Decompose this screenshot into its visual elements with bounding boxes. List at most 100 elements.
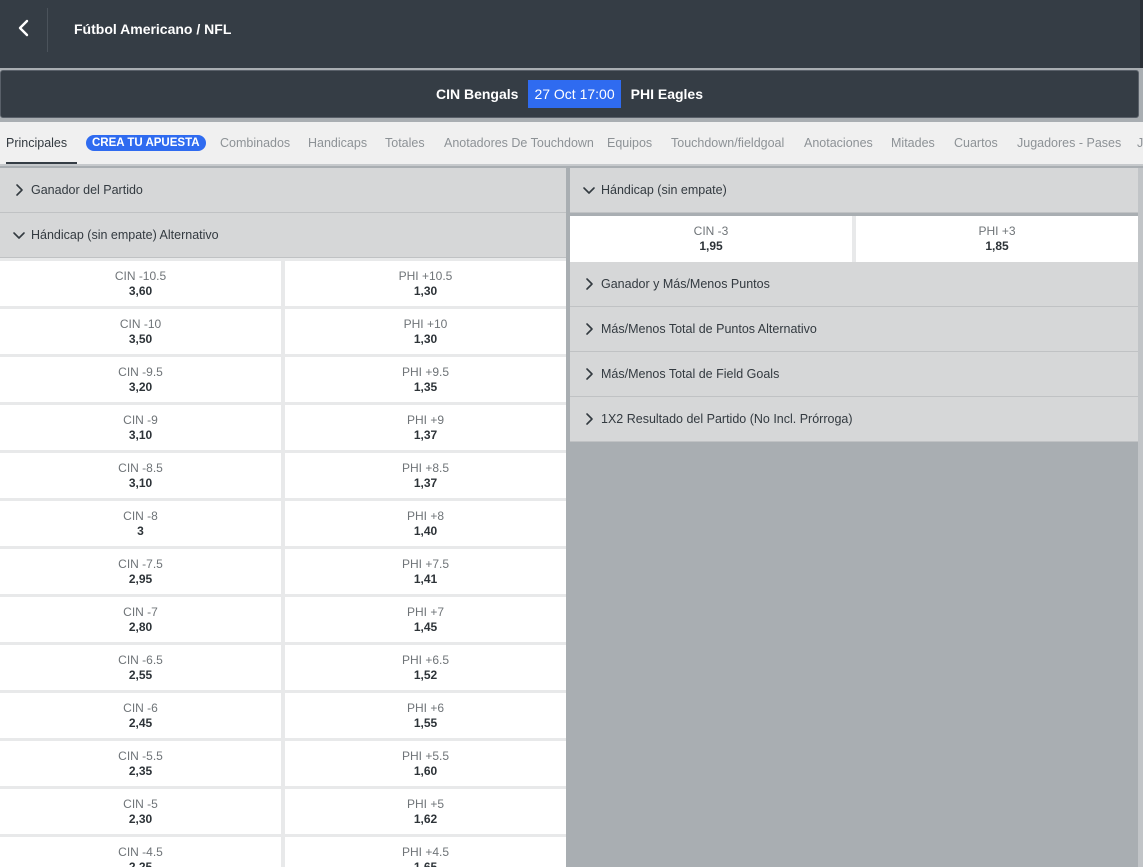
tab-equipos[interactable]: Equipos: [607, 122, 652, 164]
market-tabs: Principales CREA TU APUESTA Combinados H…: [0, 122, 1143, 166]
odd-button[interactable]: CIN -5.5 2,35: [0, 741, 281, 786]
back-button[interactable]: [0, 8, 48, 52]
odd-button[interactable]: CIN -10 3,50: [0, 309, 281, 354]
selection-label: PHI +9.5: [401, 364, 450, 379]
odds-row: CIN -9.5 3,20 PHI +9.5 1,35: [0, 357, 566, 402]
odd-value: 3: [137, 523, 144, 538]
market-title: Más/Menos Total de Puntos Alternativo: [601, 322, 817, 336]
odd-button[interactable]: PHI +6 1,55: [285, 693, 566, 738]
odd-value: 3,60: [128, 283, 153, 298]
selection-label: PHI +4.5: [401, 844, 450, 859]
odd-button[interactable]: PHI +3 1,85: [856, 216, 1138, 262]
odd-button[interactable]: CIN -6.5 2,55: [0, 645, 281, 690]
odd-button[interactable]: CIN -9.5 3,20: [0, 357, 281, 402]
market-collapsed-header[interactable]: Más/Menos Total de Field Goals: [570, 352, 1138, 397]
odd-button[interactable]: CIN -3 1,95: [570, 216, 852, 262]
tab-principales[interactable]: Principales: [6, 122, 78, 164]
odd-value: 1,55: [413, 715, 438, 730]
tab-combinados[interactable]: Combinados: [220, 122, 290, 164]
odd-button[interactable]: PHI +8.5 1,37: [285, 453, 566, 498]
odd-button[interactable]: CIN -9 3,10: [0, 405, 281, 450]
chevron-right-icon: [582, 277, 596, 291]
tab-touchdown-fieldgoal[interactable]: Touchdown/fieldgoal: [671, 122, 784, 164]
tab-crea-tu-apuesta[interactable]: CREA TU APUESTA: [86, 135, 206, 151]
odd-value: 1,65: [413, 859, 438, 867]
scrollbar-track[interactable]: [1138, 168, 1143, 867]
odd-button[interactable]: PHI +6.5 1,52: [285, 645, 566, 690]
tab-totales[interactable]: Totales: [385, 122, 425, 164]
selection-label: PHI +7: [406, 604, 445, 619]
odds-row: CIN -10 3,50 PHI +10 1,30: [0, 309, 566, 354]
market-collapsed-header[interactable]: 1X2 Resultado del Partido (No Incl. Prór…: [570, 397, 1138, 442]
breadcrumb[interactable]: Fútbol Americano / NFL: [74, 21, 231, 37]
odd-value: 3,50: [128, 331, 153, 346]
odd-button[interactable]: PHI +4.5 1,65: [285, 837, 566, 867]
odd-button[interactable]: CIN -7 2,80: [0, 597, 281, 642]
odd-button[interactable]: PHI +5.5 1,60: [285, 741, 566, 786]
right-market-column: Hándicap (sin empate) CIN -3 1,95 PHI +3…: [570, 168, 1138, 442]
away-team: PHI Eagles: [630, 86, 703, 102]
odd-button[interactable]: PHI +10 1,30: [285, 309, 566, 354]
selection-label: PHI +10: [403, 316, 448, 331]
odd-button[interactable]: CIN -10.5 3,60: [0, 261, 281, 306]
odd-button[interactable]: PHI +5 1,62: [285, 789, 566, 834]
selection-label: CIN -6: [123, 700, 158, 715]
odd-button[interactable]: PHI +10.5 1,30: [285, 261, 566, 306]
selection-label: CIN -7.5: [118, 556, 163, 571]
odd-button[interactable]: CIN -5 2,30: [0, 789, 281, 834]
market-collapsed-header[interactable]: Ganador y Más/Menos Puntos: [570, 262, 1138, 307]
tab-cuartos[interactable]: Cuartos: [954, 122, 998, 164]
market-ganador-del-partido[interactable]: Ganador del Partido: [0, 168, 566, 213]
selection-label: CIN -9.5: [118, 364, 163, 379]
odd-button[interactable]: PHI +9.5 1,35: [285, 357, 566, 402]
selection-label: PHI +7.5: [401, 556, 450, 571]
odd-value: 2,95: [128, 571, 153, 586]
tab-anotadores[interactable]: Anotadores De Touchdown: [444, 122, 594, 164]
odds-row: CIN -9 3,10 PHI +9 1,37: [0, 405, 566, 450]
odd-button[interactable]: CIN -8.5 3,10: [0, 453, 281, 498]
tab-overflow[interactable]: J: [1137, 122, 1143, 164]
odd-value: 1,40: [413, 523, 438, 538]
selection-label: PHI +6: [406, 700, 445, 715]
odd-button[interactable]: PHI +7 1,45: [285, 597, 566, 642]
chevron-left-icon: [17, 18, 31, 43]
market-handicap-sin-empate[interactable]: Hándicap (sin empate): [570, 168, 1138, 213]
selection-label: CIN -8: [123, 508, 158, 523]
odd-button[interactable]: CIN -4.5 2,25: [0, 837, 281, 867]
chevron-right-icon: [582, 322, 596, 336]
chevron-down-icon: [582, 183, 596, 197]
odds-row: CIN -4.5 2,25 PHI +4.5 1,65: [0, 837, 566, 867]
market-title: Ganador del Partido: [31, 183, 143, 197]
odd-value: 2,30: [128, 811, 153, 826]
market-collapsed-header[interactable]: Más/Menos Total de Puntos Alternativo: [570, 307, 1138, 352]
selection-label: PHI +10.5: [398, 268, 453, 283]
odd-button[interactable]: CIN -6 2,45: [0, 693, 281, 738]
odds-row: CIN -5.5 2,35 PHI +5.5 1,60: [0, 741, 566, 786]
odd-button[interactable]: PHI +7.5 1,41: [285, 549, 566, 594]
market-title: 1X2 Resultado del Partido (No Incl. Prór…: [601, 412, 853, 426]
market-title: Más/Menos Total de Field Goals: [601, 367, 780, 381]
tab-handicaps[interactable]: Handicaps: [308, 122, 367, 164]
selection-label: CIN -6.5: [118, 652, 163, 667]
odds-row: CIN -10.5 3,60 PHI +10.5 1,30: [0, 261, 566, 306]
selection-label: PHI +8.5: [401, 460, 450, 475]
odd-value: 1,60: [413, 763, 438, 778]
selection-label: PHI +6.5: [401, 652, 450, 667]
odd-value: 2,25: [128, 859, 153, 867]
left-market-column: Ganador del Partido Hándicap (sin empate…: [0, 168, 566, 867]
top-bar: Fútbol Americano / NFL: [0, 0, 1143, 68]
odd-value: 3,10: [128, 475, 153, 490]
odd-button[interactable]: CIN -8 3: [0, 501, 281, 546]
odd-button[interactable]: PHI +9 1,37: [285, 405, 566, 450]
odd-value: 1,95: [699, 239, 723, 253]
odd-button[interactable]: PHI +8 1,40: [285, 501, 566, 546]
odd-button[interactable]: CIN -7.5 2,95: [0, 549, 281, 594]
odd-value: 2,45: [128, 715, 153, 730]
odd-value: 1,35: [413, 379, 438, 394]
tab-mitades[interactable]: Mitades: [891, 122, 935, 164]
market-handicap-alternativo[interactable]: Hándicap (sin empate) Alternativo: [0, 213, 566, 258]
tab-jugadores-pases[interactable]: Jugadores - Pases: [1017, 122, 1121, 164]
odds-row: CIN -6 2,45 PHI +6 1,55: [0, 693, 566, 738]
tab-anotaciones[interactable]: Anotaciones: [804, 122, 873, 164]
odd-value: 3,10: [128, 427, 153, 442]
